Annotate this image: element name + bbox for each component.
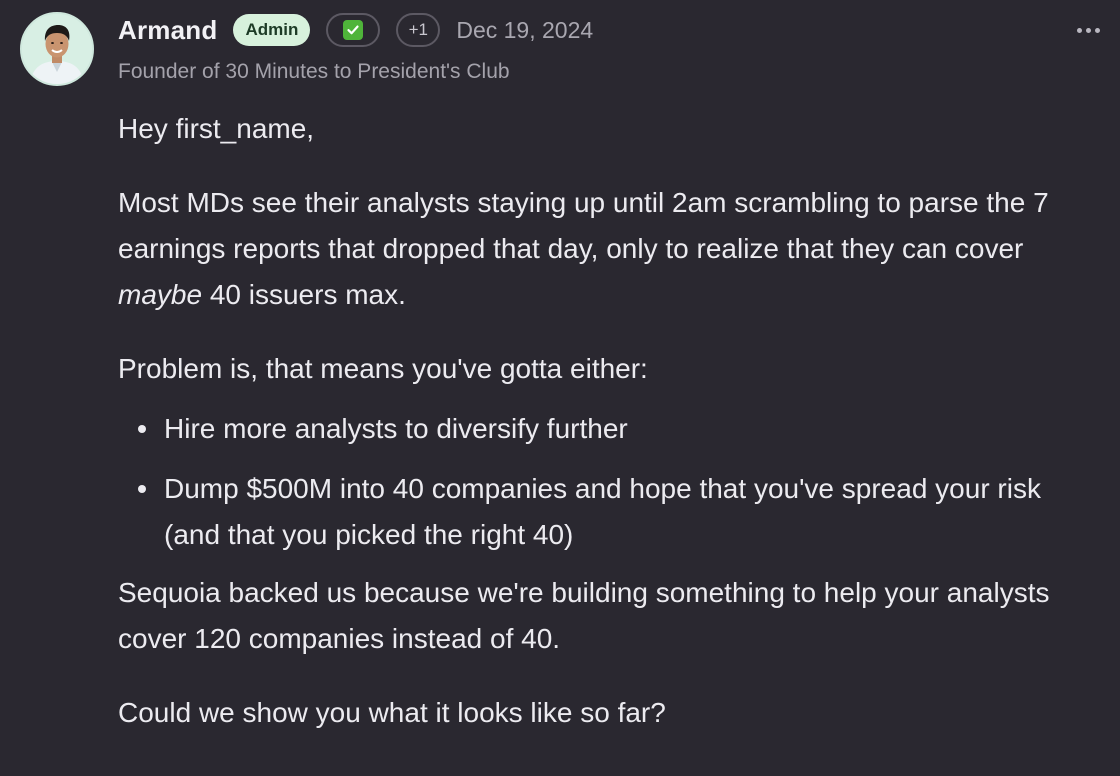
intro-text-after: 40 issuers max.: [202, 279, 406, 310]
check-mark-icon: [343, 20, 364, 40]
list-item: Hire more analysts to diversify further: [118, 406, 1078, 452]
author-avatar[interactable]: [20, 12, 94, 86]
post-header: Armand Admin +1 Dec 19, 2024: [118, 10, 593, 50]
greeting-paragraph: Hey first_name,: [118, 113, 315, 144]
closing-paragraph: Could we show you what it looks like so …: [118, 697, 666, 728]
post-date: Dec 19, 2024: [456, 16, 594, 43]
more-options-button[interactable]: [1074, 20, 1102, 40]
avatar-portrait-icon: [22, 14, 92, 84]
post-body: Hey first_name, Most MDs see their analy…: [118, 106, 1078, 736]
bullet-icon: [138, 425, 146, 433]
more-horizontal-icon-dot: [1085, 27, 1091, 33]
role-badge: Admin: [233, 14, 311, 46]
bullet-icon: [138, 485, 146, 493]
verified-badge[interactable]: [326, 13, 381, 47]
bullet-text: Hire more analysts to diversify further: [164, 413, 628, 444]
sequoia-paragraph: Sequoia backed us because we're building…: [118, 577, 1050, 654]
extra-badges-count[interactable]: +1: [396, 13, 441, 47]
more-horizontal-icon: [1076, 27, 1082, 33]
author-subtitle: Founder of 30 Minutes to President's Clu…: [118, 60, 510, 83]
author-name[interactable]: Armand: [118, 15, 217, 46]
list-item: Dump $500M into 40 companies and hope th…: [118, 466, 1078, 558]
problem-paragraph: Problem is, that means you've gotta eith…: [118, 353, 648, 384]
intro-emphasis: maybe: [118, 279, 203, 310]
more-horizontal-icon-dot: [1094, 27, 1100, 33]
post-card: Armand Admin +1 Dec 19, 2024 Founder of …: [0, 0, 1120, 776]
bullet-text: Dump $500M into 40 companies and hope th…: [164, 473, 1041, 550]
intro-paragraph: Most MDs see their analysts staying up u…: [118, 180, 1078, 318]
bullet-list: Hire more analysts to diversify further …: [118, 406, 1078, 558]
intro-text-before: Most MDs see their analysts staying up u…: [118, 187, 1049, 264]
